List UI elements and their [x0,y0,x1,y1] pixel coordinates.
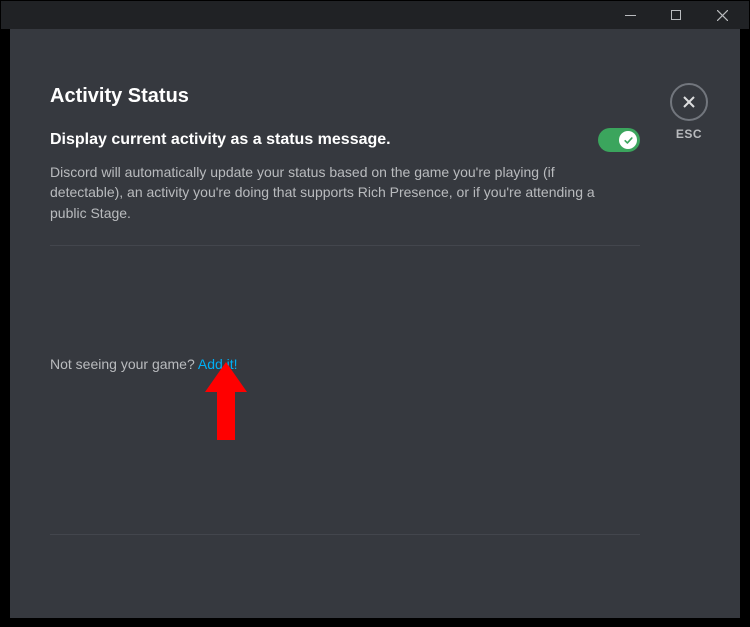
game-detection-row: Not seeing your game? Add it! [50,356,640,372]
page-title: Activity Status [50,85,640,108]
activity-status-setting-row: Display current activity as a status mes… [50,128,640,152]
window-frame: ESC Activity Status Display current acti… [0,0,750,627]
close-area: ESC [670,83,708,141]
game-prompt-text: Not seeing your game? [50,356,198,372]
close-icon [717,10,728,21]
minimize-button[interactable] [607,1,653,29]
toggle-knob [619,131,637,149]
divider [50,534,640,535]
activity-status-description: Discord will automatically update your s… [50,162,610,223]
close-settings-button[interactable] [670,83,708,121]
activity-status-label: Display current activity as a status mes… [50,131,391,149]
activity-status-toggle[interactable] [598,128,640,152]
settings-panel: ESC Activity Status Display current acti… [10,29,740,618]
maximize-icon [671,10,681,20]
add-game-link[interactable]: Add it! [198,356,238,372]
x-icon [681,94,697,110]
window-close-button[interactable] [699,1,745,29]
divider [50,245,640,246]
maximize-button[interactable] [653,1,699,29]
minimize-icon [625,15,636,16]
content-column: Activity Status Display current activity… [50,85,640,535]
titlebar [1,1,749,29]
esc-label: ESC [670,127,708,141]
check-icon [623,135,634,146]
